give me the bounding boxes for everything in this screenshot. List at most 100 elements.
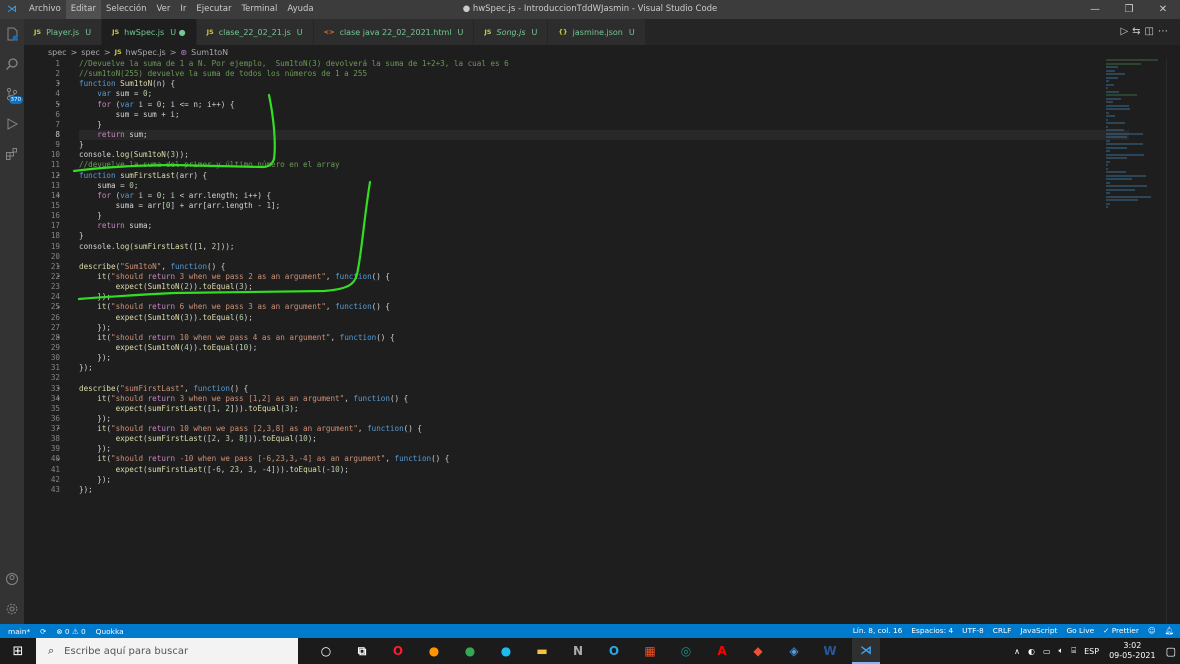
acrobat-icon[interactable]: A [708,638,736,664]
file-explorer-icon[interactable]: ▬ [528,638,556,664]
pinned-apps: ○ ⧉ O ● ● ● ▬ N O ▦ ◎ A ◆ ◈ W ⋊ [312,638,888,664]
language-mode[interactable]: JavaScript [1020,624,1057,638]
word-icon[interactable]: W [816,638,844,664]
breadcrumb-separator: > [169,47,177,57]
tray-app-icon[interactable]: ◐ [1028,647,1035,656]
notifications-icon[interactable]: 🔔︎ [1165,624,1174,638]
status-bar: main* ⟳ ⊗ 0 ⚠ 0 Quokka Lín. 8, col. 16 E… [0,624,1180,638]
volume-icon[interactable]: 🔈︎ [1059,646,1064,656]
problems-status[interactable]: ⊗ 0 ⚠ 0 [56,627,85,636]
editor-tab[interactable]: JS Player.js U [24,19,103,45]
menu-ejecutar[interactable]: Ejecutar [191,0,236,19]
outlook-icon[interactable]: O [600,638,628,664]
windows-taskbar: ⊞ ⌕ Escribe aquí para buscar ○ ⧉ O ● ● ●… [0,638,1180,664]
compare-icon[interactable]: ⇆ [1132,26,1144,37]
menu-seleccion[interactable]: Selección [101,0,152,19]
gitkraken-icon[interactable]: ◎ [672,638,700,664]
cursor-position[interactable]: Lín. 8, col. 16 [853,624,903,638]
tab-label: clase java 22_02_2021.html [339,27,452,37]
go-live-button[interactable]: Go Live [1066,624,1094,638]
menu-ver[interactable]: Ver [151,0,175,19]
menu-ayuda[interactable]: Ayuda [282,0,318,19]
system-tray: ∧ ◐ ▭ 🔈︎ ⌸ ESP 3:02 09-05-2021 ▢ [1010,638,1180,664]
task-view-icon[interactable]: ⧉ [348,638,376,664]
title-bar: ⋊ Archivo Editar Selección Ver Ir Ejecut… [0,0,1180,19]
tab-label: clase_22_02_21.js [218,27,291,37]
action-center-icon[interactable]: ▢ [1166,645,1176,658]
menu-editar[interactable]: Editar [65,0,101,19]
breadcrumb-symbol-icon: ⊛ [180,47,188,57]
minimize-icon[interactable]: — [1078,0,1112,19]
quokka-status[interactable]: Quokka [96,627,124,636]
editor-tab[interactable]: JS clase_22_02_21.js U [196,19,314,45]
explorer-icon[interactable] [0,19,24,49]
network-icon[interactable]: ⌸ [1071,646,1076,656]
battery-icon[interactable]: ▭ [1043,647,1051,656]
windows-start-icon[interactable]: ⊞ [0,644,36,659]
tab-status: U [457,27,464,37]
menu-ir[interactable]: Ir [175,0,191,19]
js-file-icon: JS [114,48,122,56]
tray-chevron-icon[interactable]: ∧ [1014,647,1020,656]
vscode-taskbar-icon[interactable]: ⋊ [852,638,880,664]
menu-terminal[interactable]: Terminal [236,0,282,19]
feedback-icon[interactable]: ☺ [1148,624,1156,638]
taskbar-search[interactable]: ⌕ Escribe aquí para buscar [36,638,298,664]
search-icon: ⌕ [48,644,55,657]
chrome-icon[interactable]: ● [456,638,484,664]
opera-icon[interactable]: O [384,638,412,664]
search-icon[interactable] [0,49,24,79]
run-icon[interactable]: ▷ [1120,26,1132,37]
breadcrumb-folder[interactable]: spec [81,48,100,57]
file-type-icon: JS [112,28,120,36]
source-control-badge: 370 [8,96,23,104]
clock-time: 3:02 [1123,641,1142,650]
tab-label: Player.js [46,27,80,37]
tab-label: Song.js [496,27,526,37]
taskbar-clock[interactable]: 3:02 09-05-2021 [1109,641,1156,661]
accounts-icon[interactable] [0,564,24,594]
cortana-icon[interactable]: ○ [312,638,340,664]
maximize-icon[interactable]: ❐ [1112,0,1146,19]
git-bash-icon[interactable]: ◆ [744,638,772,664]
breadcrumb-separator: > [70,47,78,57]
extensions-icon[interactable] [0,139,24,169]
more-actions-icon[interactable]: ⋯ [1158,26,1172,37]
close-icon[interactable]: ✕ [1146,0,1180,19]
settings-gear-icon[interactable] [0,594,24,624]
editor-tab[interactable]: {} jasmine.json U [548,19,646,45]
language-indicator[interactable]: ESP [1084,647,1099,656]
eol-status[interactable]: CRLF [993,624,1012,638]
notion-icon[interactable]: N [564,638,592,664]
sync-icon[interactable]: ⟳ [40,627,46,636]
breadcrumb: spec > spec > JS hwSpec.js > ⊛ Sum1toN [24,45,1124,59]
code-editor[interactable]: 1 2 3 ⌄ 4 5 ⌄ 6 7 8 9 10 11 12 ⌄ 13 14 ⌄ 15 16 17 18 19 20 21 ⌄ 22… [24,59,1180,624]
green-annotation-marks [72,93,372,301]
file-type-icon: JS [484,28,492,36]
split-editor-icon[interactable]: ◫ [1145,26,1158,37]
editor-tab[interactable]: JS Song.js U [474,19,549,45]
firefox-icon[interactable]: ● [420,638,448,664]
editor-tab[interactable]: <> clase java 22_02_2021.html U [313,19,475,45]
vscode-logo-icon: ⋊ [7,4,17,15]
breadcrumb-separator: > [103,47,111,57]
indentation-status[interactable]: Espacios: 4 [911,624,953,638]
breadcrumb-folder[interactable]: spec [48,48,67,57]
taskbar-search-placeholder: Escribe aquí para buscar [64,645,189,657]
file-type-icon: JS [206,28,214,36]
branch-status[interactable]: main* [8,627,30,636]
menu-bar: Archivo Editar Selección Ver Ir Ejecutar… [24,0,319,19]
app-diamond-icon[interactable]: ◈ [780,638,808,664]
file-type-icon: <> [323,28,335,36]
encoding-status[interactable]: UTF-8 [962,624,984,638]
microsoft-store-icon[interactable]: ▦ [636,638,664,664]
editor-tab[interactable]: JS hwSpec.js U ● [102,19,197,45]
breadcrumb-file[interactable]: hwSpec.js [126,48,166,57]
menu-archivo[interactable]: Archivo [24,0,66,19]
source-control-icon[interactable]: 370 [0,79,24,109]
prettier-status[interactable]: ✓ Prettier [1103,624,1139,638]
breadcrumb-symbol[interactable]: Sum1toN [191,48,228,57]
clock-date: 09-05-2021 [1109,651,1156,660]
run-debug-icon[interactable] [0,109,24,139]
edge-icon[interactable]: ● [492,638,520,664]
